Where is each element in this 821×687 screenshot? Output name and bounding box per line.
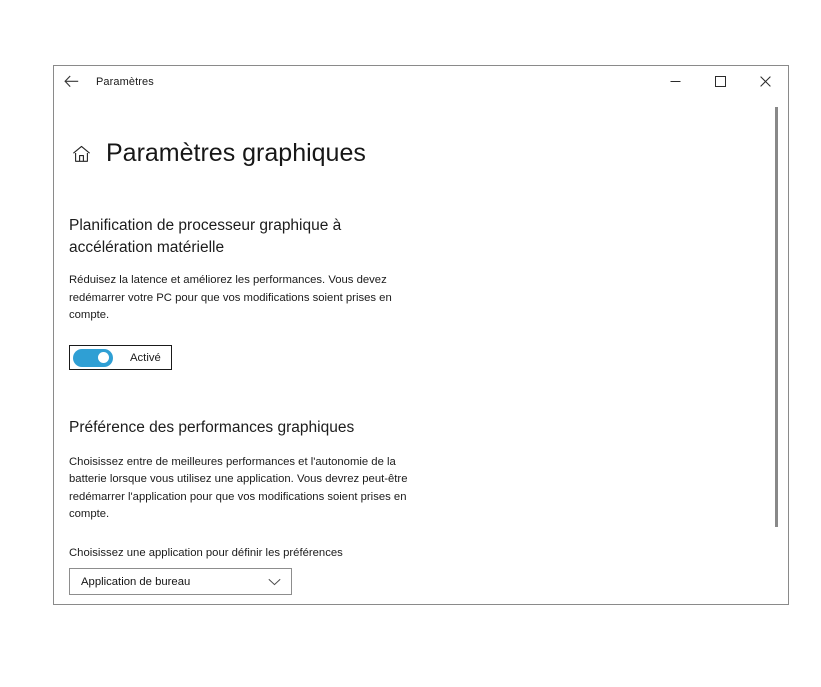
toggle-state-label: Activé bbox=[130, 351, 161, 364]
vertical-scrollbar[interactable] bbox=[772, 97, 782, 604]
page-title: Paramètres graphiques bbox=[106, 138, 366, 167]
window-title: Paramètres bbox=[96, 75, 154, 88]
title-bar: Paramètres bbox=[54, 66, 788, 97]
minimize-button[interactable] bbox=[653, 66, 698, 97]
maximize-button[interactable] bbox=[698, 66, 743, 97]
hardware-scheduling-description: Réduisez la latence et améliorez les per… bbox=[69, 274, 392, 322]
home-icon[interactable] bbox=[69, 142, 93, 166]
graphics-preference-description: Choisissez entre de meilleures performan… bbox=[69, 455, 408, 521]
settings-content: Paramètres graphiques Planification de p… bbox=[54, 123, 788, 604]
section-heading-hardware-scheduling: Planification de processeur graphique à … bbox=[69, 217, 342, 256]
scrollbar-thumb[interactable] bbox=[775, 107, 778, 527]
application-type-dropdown[interactable]: Application de bureau bbox=[69, 568, 292, 596]
toggle-knob bbox=[98, 352, 109, 364]
section-heading-graphics-preference: Préférence des performances graphiques bbox=[69, 418, 355, 436]
close-button[interactable] bbox=[743, 66, 788, 97]
application-select-label: Choisissez une application pour définir … bbox=[69, 547, 343, 560]
settings-window: Paramètres Paramètres graphiques Planifi… bbox=[53, 65, 789, 605]
window-controls bbox=[653, 66, 788, 97]
toggle-track[interactable] bbox=[73, 348, 113, 367]
dropdown-selected-value: Application de bureau bbox=[81, 575, 191, 588]
chevron-down-icon bbox=[268, 578, 281, 586]
back-button[interactable] bbox=[54, 66, 88, 97]
content-scroll-region: Paramètres graphiques Planification de p… bbox=[54, 97, 788, 604]
page-header: Paramètres graphiques bbox=[69, 123, 788, 184]
hardware-scheduling-toggle[interactable]: Activé bbox=[69, 345, 172, 371]
